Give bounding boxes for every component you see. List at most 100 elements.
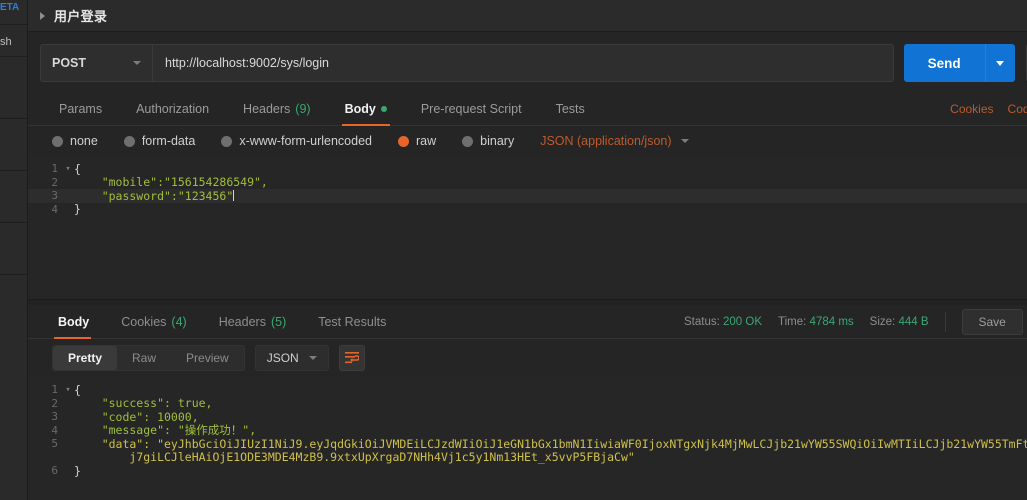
request-tab-links: Cookies Code Comments (0) (950, 93, 1027, 125)
content-type-label: JSON (application/json) (540, 134, 671, 148)
cookies-link[interactable]: Cookies (950, 102, 993, 116)
line-number: 2 (28, 176, 62, 189)
line-number: 3 (28, 410, 62, 423)
tab-body[interactable]: Body (328, 93, 404, 125)
editor-line: 3 "password":"123456" (28, 189, 1027, 203)
send-options-button[interactable] (985, 44, 1015, 82)
radio-label: x-www-form-urlencoded (239, 134, 372, 148)
line-number: 1 (28, 162, 62, 175)
tab-tests[interactable]: Tests (539, 93, 602, 125)
body-type-raw[interactable]: raw (398, 134, 436, 148)
tab-count-badge: (5) (271, 315, 286, 329)
url-value: http://localhost:9002/sys/login (165, 56, 329, 70)
radio-icon (124, 136, 135, 147)
tab-pre-request-script[interactable]: Pre-request Script (404, 93, 539, 125)
status-badge: Status: 200 OK (684, 316, 762, 328)
response-meta: Status: 200 OK Time: 4784 ms Size: 444 B… (684, 305, 1027, 338)
fold-icon[interactable]: ▾ (62, 164, 74, 174)
tab-label: Headers (243, 102, 290, 116)
response-tab-test-results[interactable]: Test Results (302, 305, 402, 338)
response-tab-headers[interactable]: Headers (5) (203, 305, 303, 338)
tab-headers[interactable]: Headers (9) (226, 93, 328, 125)
body-type-binary[interactable]: binary (462, 134, 514, 148)
chevron-down-icon (133, 61, 141, 65)
body-type-form-data[interactable]: form-data (124, 134, 196, 148)
response-format-label: JSON (267, 351, 299, 365)
body-present-dot-icon (381, 106, 387, 112)
http-method-label: POST (52, 56, 133, 70)
tab-params[interactable]: Params (40, 93, 119, 125)
response-line: 2 "success": true, (28, 397, 1027, 411)
content-type-select[interactable]: JSON (application/json) (540, 134, 688, 148)
time-label: Time: (778, 316, 806, 328)
chevron-down-icon (996, 61, 1004, 66)
response-tabs: Body Cookies (4) Headers (5) Test Result… (28, 305, 1027, 339)
editor-line: 2 "mobile":"156154286549", (28, 176, 1027, 190)
line-code: { (74, 383, 81, 397)
response-tab-body[interactable]: Body (40, 305, 105, 338)
save-response-button[interactable]: Save (962, 309, 1023, 335)
editor-line: 1 ▾ { (28, 162, 1027, 176)
line-code: { (74, 162, 81, 176)
tab-label: Body (58, 315, 89, 329)
status-value: 200 OK (723, 316, 762, 328)
line-number: 4 (28, 203, 62, 216)
url-input[interactable]: http://localhost:9002/sys/login (152, 44, 894, 82)
tab-label: Params (59, 102, 102, 116)
line-code: "password":"123456" (74, 189, 233, 203)
response-line: 4 "message": "操作成功！", (28, 424, 1027, 438)
tab-label: Tests (556, 102, 585, 116)
line-code: "data": "eyJhbGciOiJIUzI1NiJ9.eyJqdGkiOi… (74, 437, 1027, 451)
body-type-none[interactable]: none (52, 134, 98, 148)
send-group: Send (904, 44, 1015, 82)
size-badge: Size: 444 B (870, 316, 929, 328)
radio-icon (221, 136, 232, 147)
body-type-urlencoded[interactable]: x-www-form-urlencoded (221, 134, 372, 148)
line-number: 3 (28, 189, 62, 202)
request-tabs: Params Authorization Headers (9) Body Pr… (28, 93, 1027, 126)
request-title-bar: 用户登录 Examples (0) (28, 0, 1027, 32)
caret-right-icon[interactable] (40, 12, 45, 20)
response-format-select[interactable]: JSON (255, 345, 329, 371)
tab-authorization[interactable]: Authorization (119, 93, 226, 125)
body-type-row: none form-data x-www-form-urlencoded raw… (28, 126, 1027, 156)
time-value: 4784 ms (810, 316, 854, 328)
response-tab-cookies[interactable]: Cookies (4) (105, 305, 202, 338)
response-line: 6 } (28, 464, 1027, 478)
request-response-pane: 用户登录 Examples (0) POST http://localhost:… (28, 0, 1027, 500)
response-toolbar: Pretty Raw Preview JSON (28, 339, 1027, 377)
line-code: } (74, 464, 81, 478)
text-cursor (233, 190, 234, 201)
tab-count-badge: (4) (171, 315, 186, 329)
tab-label: Pre-request Script (421, 102, 522, 116)
word-wrap-glyph (345, 352, 359, 364)
radio-label: raw (416, 134, 436, 148)
view-raw[interactable]: Raw (117, 346, 171, 370)
http-method-select[interactable]: POST (40, 44, 152, 82)
size-label: Size: (870, 316, 896, 328)
line-number: 1 (28, 383, 62, 396)
radio-icon (52, 136, 63, 147)
line-code: } (74, 202, 81, 216)
divider (945, 312, 946, 332)
word-wrap-icon[interactable] (339, 345, 365, 371)
line-number: 6 (28, 464, 62, 477)
radio-selected-icon (398, 136, 409, 147)
radio-icon (462, 136, 473, 147)
tab-label: Cookies (121, 315, 166, 329)
chevron-down-icon (681, 139, 689, 143)
response-body-viewer[interactable]: 1 ▾ { 2 "success": true, 3 "code": 10000… (28, 377, 1027, 500)
view-preview[interactable]: Preview (171, 346, 244, 370)
send-button[interactable]: Send (904, 44, 985, 82)
radio-label: none (70, 134, 98, 148)
view-pretty[interactable]: Pretty (53, 346, 117, 370)
fold-icon[interactable]: ▾ (62, 385, 74, 395)
tab-label: Body (345, 102, 376, 116)
sidebar-fragment-beta: ETA (0, 2, 28, 13)
postman-window: ETA sh 用户登录 Examples (0) POST http: (0, 0, 1027, 500)
line-number: 5 (28, 437, 62, 450)
time-badge: Time: 4784 ms (778, 316, 854, 328)
request-body-editor[interactable]: 1 ▾ { 2 "mobile":"156154286549", 3 "pass… (28, 156, 1027, 299)
line-code: "success": true, (74, 396, 212, 410)
code-link[interactable]: Code (1008, 102, 1027, 116)
